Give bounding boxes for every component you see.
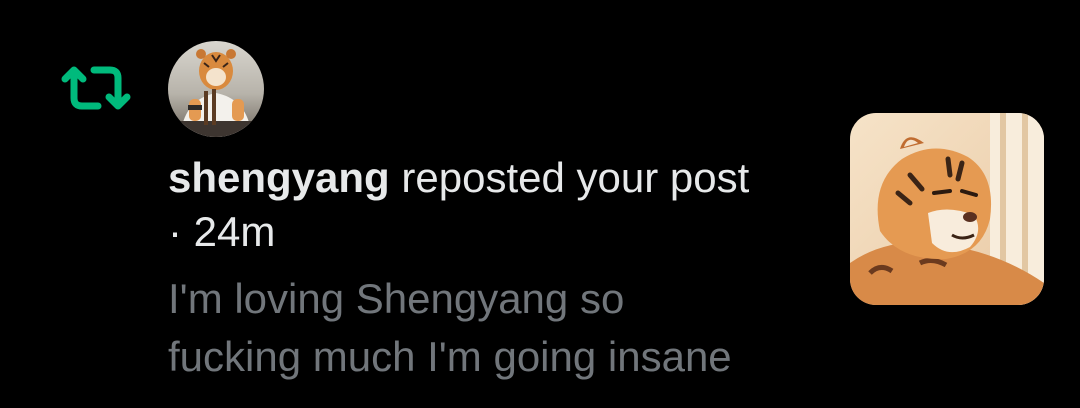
repost-notification[interactable]: shengyang reposted your post · 24m I'm l… — [0, 0, 1080, 408]
post-media-thumbnail[interactable] — [850, 113, 1044, 305]
separator-dot: · — [168, 208, 182, 255]
username-link[interactable]: shengyang — [168, 154, 390, 201]
user-avatar[interactable] — [168, 41, 264, 137]
notification-meta: · 24m — [168, 204, 275, 260]
repost-icon — [61, 66, 131, 110]
post-text-line: fucking much I'm going insane — [168, 333, 732, 380]
post-text-line: I'm loving Shengyang so — [168, 275, 625, 322]
action-text: reposted your post — [389, 154, 750, 201]
notification-headline: shengyang reposted your post — [168, 150, 828, 206]
timestamp: 24m — [193, 208, 276, 255]
post-text[interactable]: I'm loving Shengyang so fucking much I'm… — [168, 270, 828, 386]
